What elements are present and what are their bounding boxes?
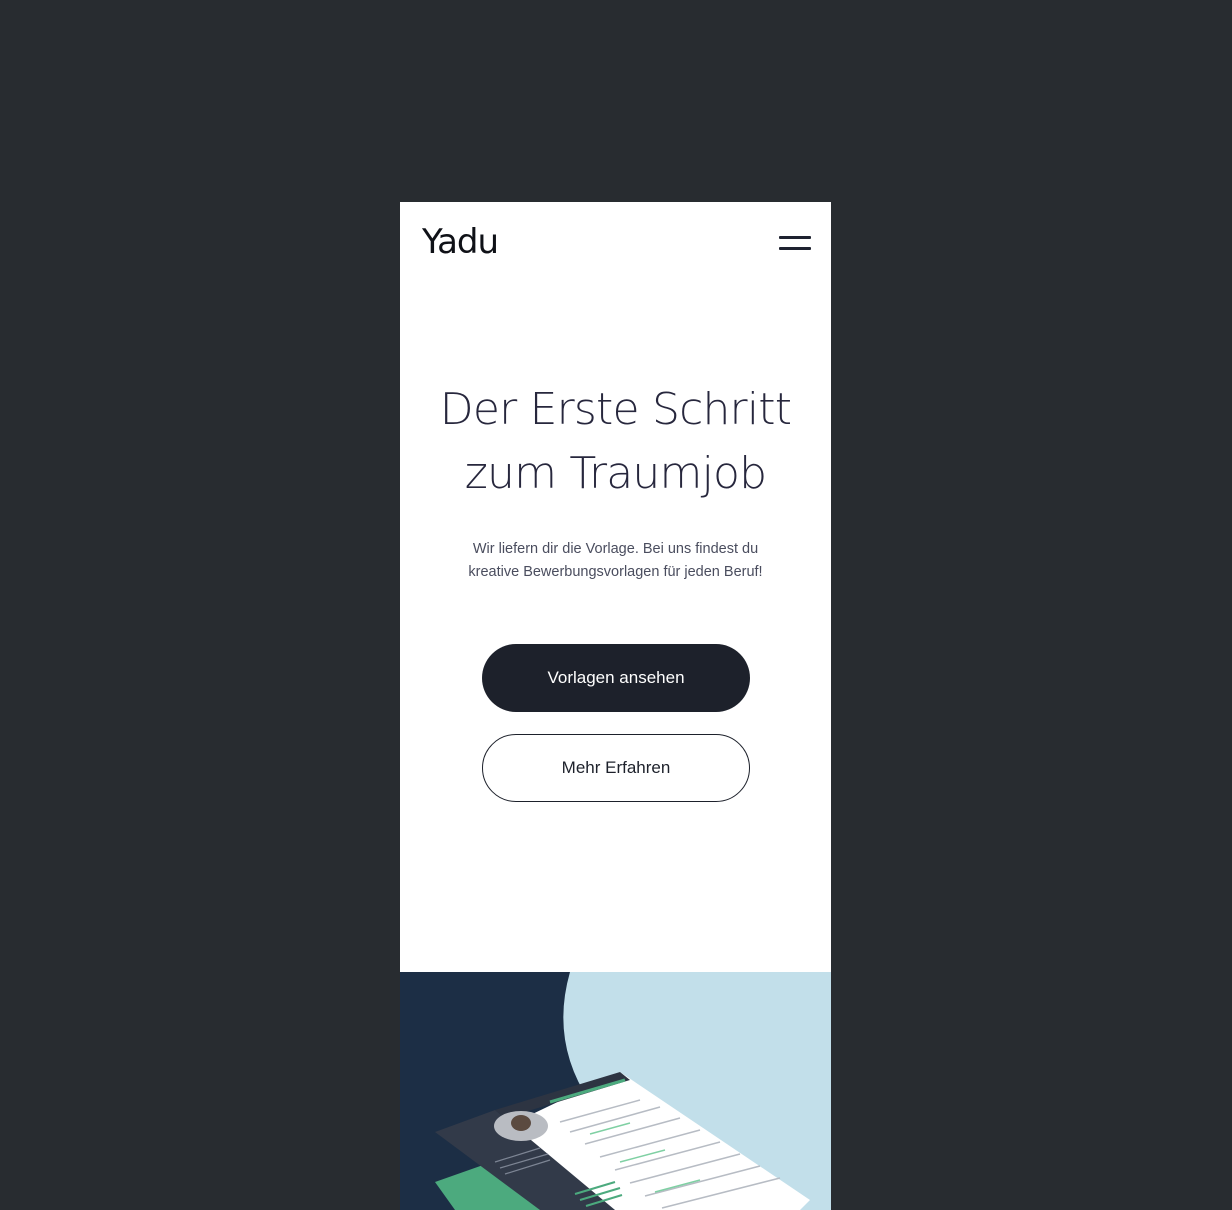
yadu-logo[interactable]: Yadu	[422, 220, 499, 264]
learn-more-button[interactable]: Mehr Erfahren	[482, 734, 750, 802]
mobile-page: Yadu Der Erste Schritt zum Traumjob Wir …	[400, 202, 831, 1210]
hero-subtext-line-2: kreative Bewerbungsvorlagen für jeden Be…	[468, 564, 763, 580]
hero-headline-line-1: Der Erste Schritt	[439, 384, 792, 435]
resume-template-illustration	[400, 972, 831, 1210]
hero-headline: Der Erste Schritt zum Traumjob	[400, 378, 831, 506]
resume-avatar-head	[511, 1115, 531, 1131]
menu-line-bottom	[779, 247, 811, 250]
hero-headline-line-2: zum Traumjob	[464, 448, 767, 499]
view-templates-button[interactable]: Vorlagen ansehen	[482, 644, 750, 712]
hero-subtext: Wir liefern dir die Vorlage. Bei uns fin…	[440, 538, 791, 584]
menu-line-top	[779, 236, 811, 239]
hero-subtext-line-1: Wir liefern dir die Vorlage. Bei uns fin…	[472, 541, 759, 557]
hamburger-menu-icon[interactable]	[774, 230, 814, 258]
